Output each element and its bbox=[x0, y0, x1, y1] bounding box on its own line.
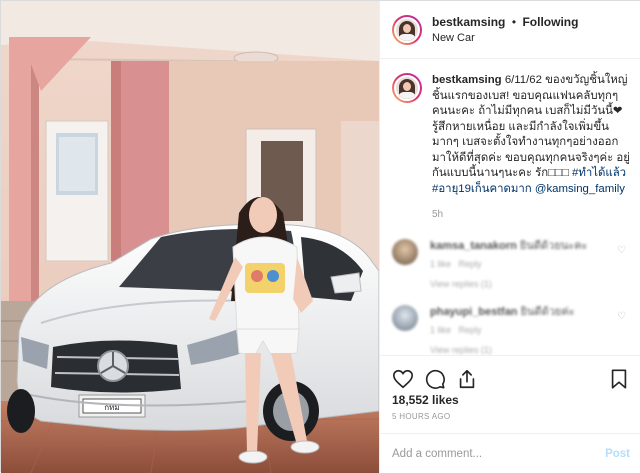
caption-body: bestkamsing 6/11/62 ของขวัญชิ้นใหญ่ชิ้นแ… bbox=[432, 73, 630, 223]
hashtag-2[interactable]: #อายุ19เก็นคาดมาก bbox=[432, 183, 532, 195]
mention-link[interactable]: @kamsing_family bbox=[535, 183, 625, 195]
comment-username[interactable]: kamsa_tanakorn bbox=[430, 240, 517, 252]
add-comment-bar: Post bbox=[380, 433, 640, 473]
location-link[interactable]: New Car bbox=[432, 30, 578, 46]
list-item: kamsa_tanakorn ยินดีด้วยนะคะ 1 like Repl… bbox=[392, 238, 630, 289]
view-replies-link[interactable]: View replies (1) bbox=[430, 345, 600, 355]
likes-count[interactable]: 18,552 likes bbox=[392, 393, 459, 407]
list-item: phayupi_bestfan ยินดีด้วยค่ะ 1 like Repl… bbox=[392, 304, 630, 355]
comment-avatar[interactable] bbox=[392, 304, 418, 331]
share-icon[interactable] bbox=[456, 368, 478, 390]
car-photo-illustration: กทม bbox=[1, 1, 379, 473]
post-side-panel: bestkamsing • Following New Car bestkams… bbox=[379, 1, 640, 473]
post-header: bestkamsing • Following New Car bbox=[380, 1, 640, 59]
bookmark-icon[interactable] bbox=[608, 368, 630, 390]
reply-link[interactable]: Reply bbox=[459, 259, 482, 269]
comment-likes[interactable]: 1 like bbox=[430, 259, 451, 269]
comment-icon[interactable] bbox=[424, 368, 446, 390]
post-button[interactable]: Post bbox=[605, 448, 630, 460]
caption-time: 5h bbox=[432, 209, 444, 220]
reply-link[interactable]: Reply bbox=[459, 325, 482, 335]
caption: bestkamsing 6/11/62 ของขวัญชิ้นใหญ่ชิ้นแ… bbox=[392, 73, 630, 223]
heart-icon[interactable] bbox=[392, 368, 414, 390]
comments-area[interactable]: bestkamsing 6/11/62 ของขวัญชิ้นใหญ่ชิ้นแ… bbox=[380, 59, 640, 355]
post-timestamp: 5 HOURS AGO bbox=[392, 412, 451, 421]
comment-likes[interactable]: 1 like bbox=[430, 325, 451, 335]
comment-text: ยินดีด้วยค่ะ bbox=[520, 305, 575, 318]
avatar[interactable] bbox=[392, 14, 422, 45]
comment-body: kamsa_tanakorn ยินดีด้วยนะคะ 1 like Repl… bbox=[430, 239, 600, 289]
comment-body: phayupi_bestfan ยินดีด้วยค่ะ 1 like Repl… bbox=[430, 305, 600, 355]
caption-username[interactable]: bestkamsing bbox=[432, 74, 502, 86]
hashtag-1[interactable]: #ทำได้แล้ว bbox=[572, 167, 626, 179]
comment-avatar[interactable] bbox=[392, 238, 418, 265]
comment-heart-icon[interactable]: ♡ bbox=[617, 245, 626, 256]
view-replies-link[interactable]: View replies (1) bbox=[430, 279, 600, 289]
caption-text-2: ขอบคุณแฟนคลับทุกๆคนนะคะ ถ้าไม่มีทุกคน เบ… bbox=[432, 89, 630, 180]
header-text: bestkamsing • Following New Car bbox=[432, 14, 578, 46]
post-photo[interactable]: กทม bbox=[1, 1, 379, 473]
comment-text: ยินดีด้วยนะคะ bbox=[519, 239, 588, 252]
header-username[interactable]: bestkamsing bbox=[432, 15, 505, 29]
caption-avatar[interactable] bbox=[392, 73, 422, 103]
comment-input[interactable] bbox=[392, 447, 606, 460]
header-separator: • bbox=[511, 14, 517, 29]
instagram-post: กทม bestkamsing • Following New Car best… bbox=[0, 0, 640, 473]
comment-username[interactable]: phayupi_bestfan bbox=[430, 306, 517, 318]
following-button[interactable]: Following bbox=[522, 15, 578, 29]
comment-heart-icon[interactable]: ♡ bbox=[617, 311, 626, 322]
